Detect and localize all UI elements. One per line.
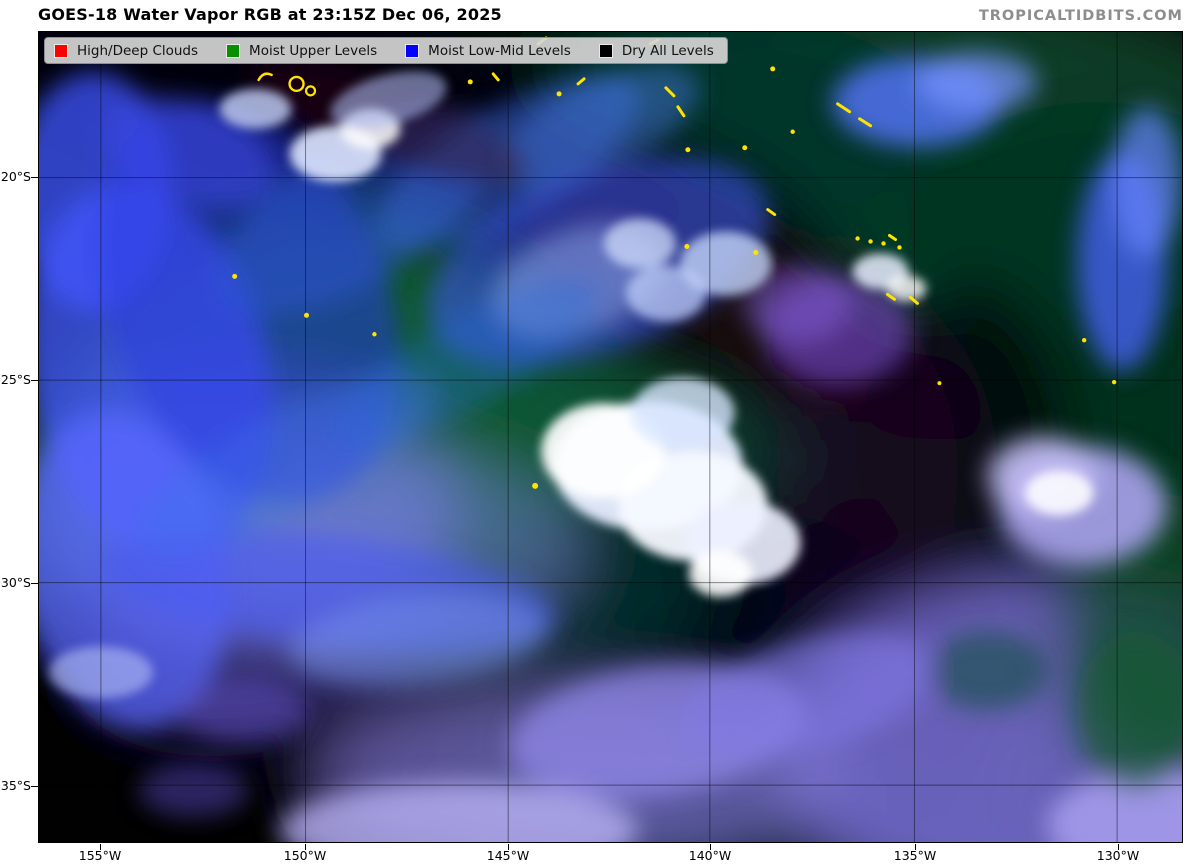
site-watermark: TROPICALTIDBITS.COM [979, 8, 1183, 24]
legend-item-moist-low-mid-levels: Moist Low-Mid Levels [405, 43, 571, 59]
lat-label-25s: 25°S [0, 372, 31, 388]
legend-swatch-dry-all-levels [599, 44, 613, 58]
lat-tick-25s [31, 380, 38, 381]
lat-label-20s: 20°S [0, 169, 31, 185]
legend-item-dry-all-levels: Dry All Levels [599, 43, 714, 59]
legend-label-high-deep-clouds: High/Deep Clouds [77, 43, 198, 59]
lon-tick-155w [100, 844, 101, 850]
legend-swatch-moist-low-mid-levels [405, 44, 419, 58]
lat-label-35s: 35°S [0, 778, 31, 794]
legend-item-moist-upper-levels: Moist Upper Levels [226, 43, 377, 59]
legend-swatch-high-deep-clouds [54, 44, 68, 58]
water-vapor-imagery [39, 32, 1182, 842]
lon-tick-150w [305, 844, 306, 850]
lon-tick-145w [508, 844, 509, 850]
satellite-map: High/Deep Clouds Moist Upper Levels Mois… [38, 31, 1183, 843]
page: GOES-18 Water Vapor RGB at 23:15Z Dec 06… [0, 0, 1200, 867]
lat-tick-30s [31, 583, 38, 584]
legend-label-dry-all-levels: Dry All Levels [622, 43, 714, 59]
lon-tick-130w [1118, 844, 1119, 850]
legend-label-moist-low-mid-levels: Moist Low-Mid Levels [428, 43, 571, 59]
legend: High/Deep Clouds Moist Upper Levels Mois… [44, 37, 728, 64]
lon-label-140w: 140°W [689, 848, 731, 864]
lat-tick-35s [31, 786, 38, 787]
lon-label-155w: 155°W [79, 848, 121, 864]
lat-tick-20s [31, 177, 38, 178]
lon-label-130w: 130°W [1097, 848, 1139, 864]
legend-swatch-moist-upper-levels [226, 44, 240, 58]
page-title: GOES-18 Water Vapor RGB at 23:15Z Dec 06… [38, 5, 502, 24]
lon-label-145w: 145°W [487, 848, 529, 864]
lon-label-135w: 135°W [894, 848, 936, 864]
lon-tick-135w [915, 844, 916, 850]
legend-label-moist-upper-levels: Moist Upper Levels [249, 43, 377, 59]
legend-item-high-deep-clouds: High/Deep Clouds [54, 43, 198, 59]
lon-tick-140w [710, 844, 711, 850]
lon-label-150w: 150°W [284, 848, 326, 864]
lat-label-30s: 30°S [0, 575, 31, 591]
